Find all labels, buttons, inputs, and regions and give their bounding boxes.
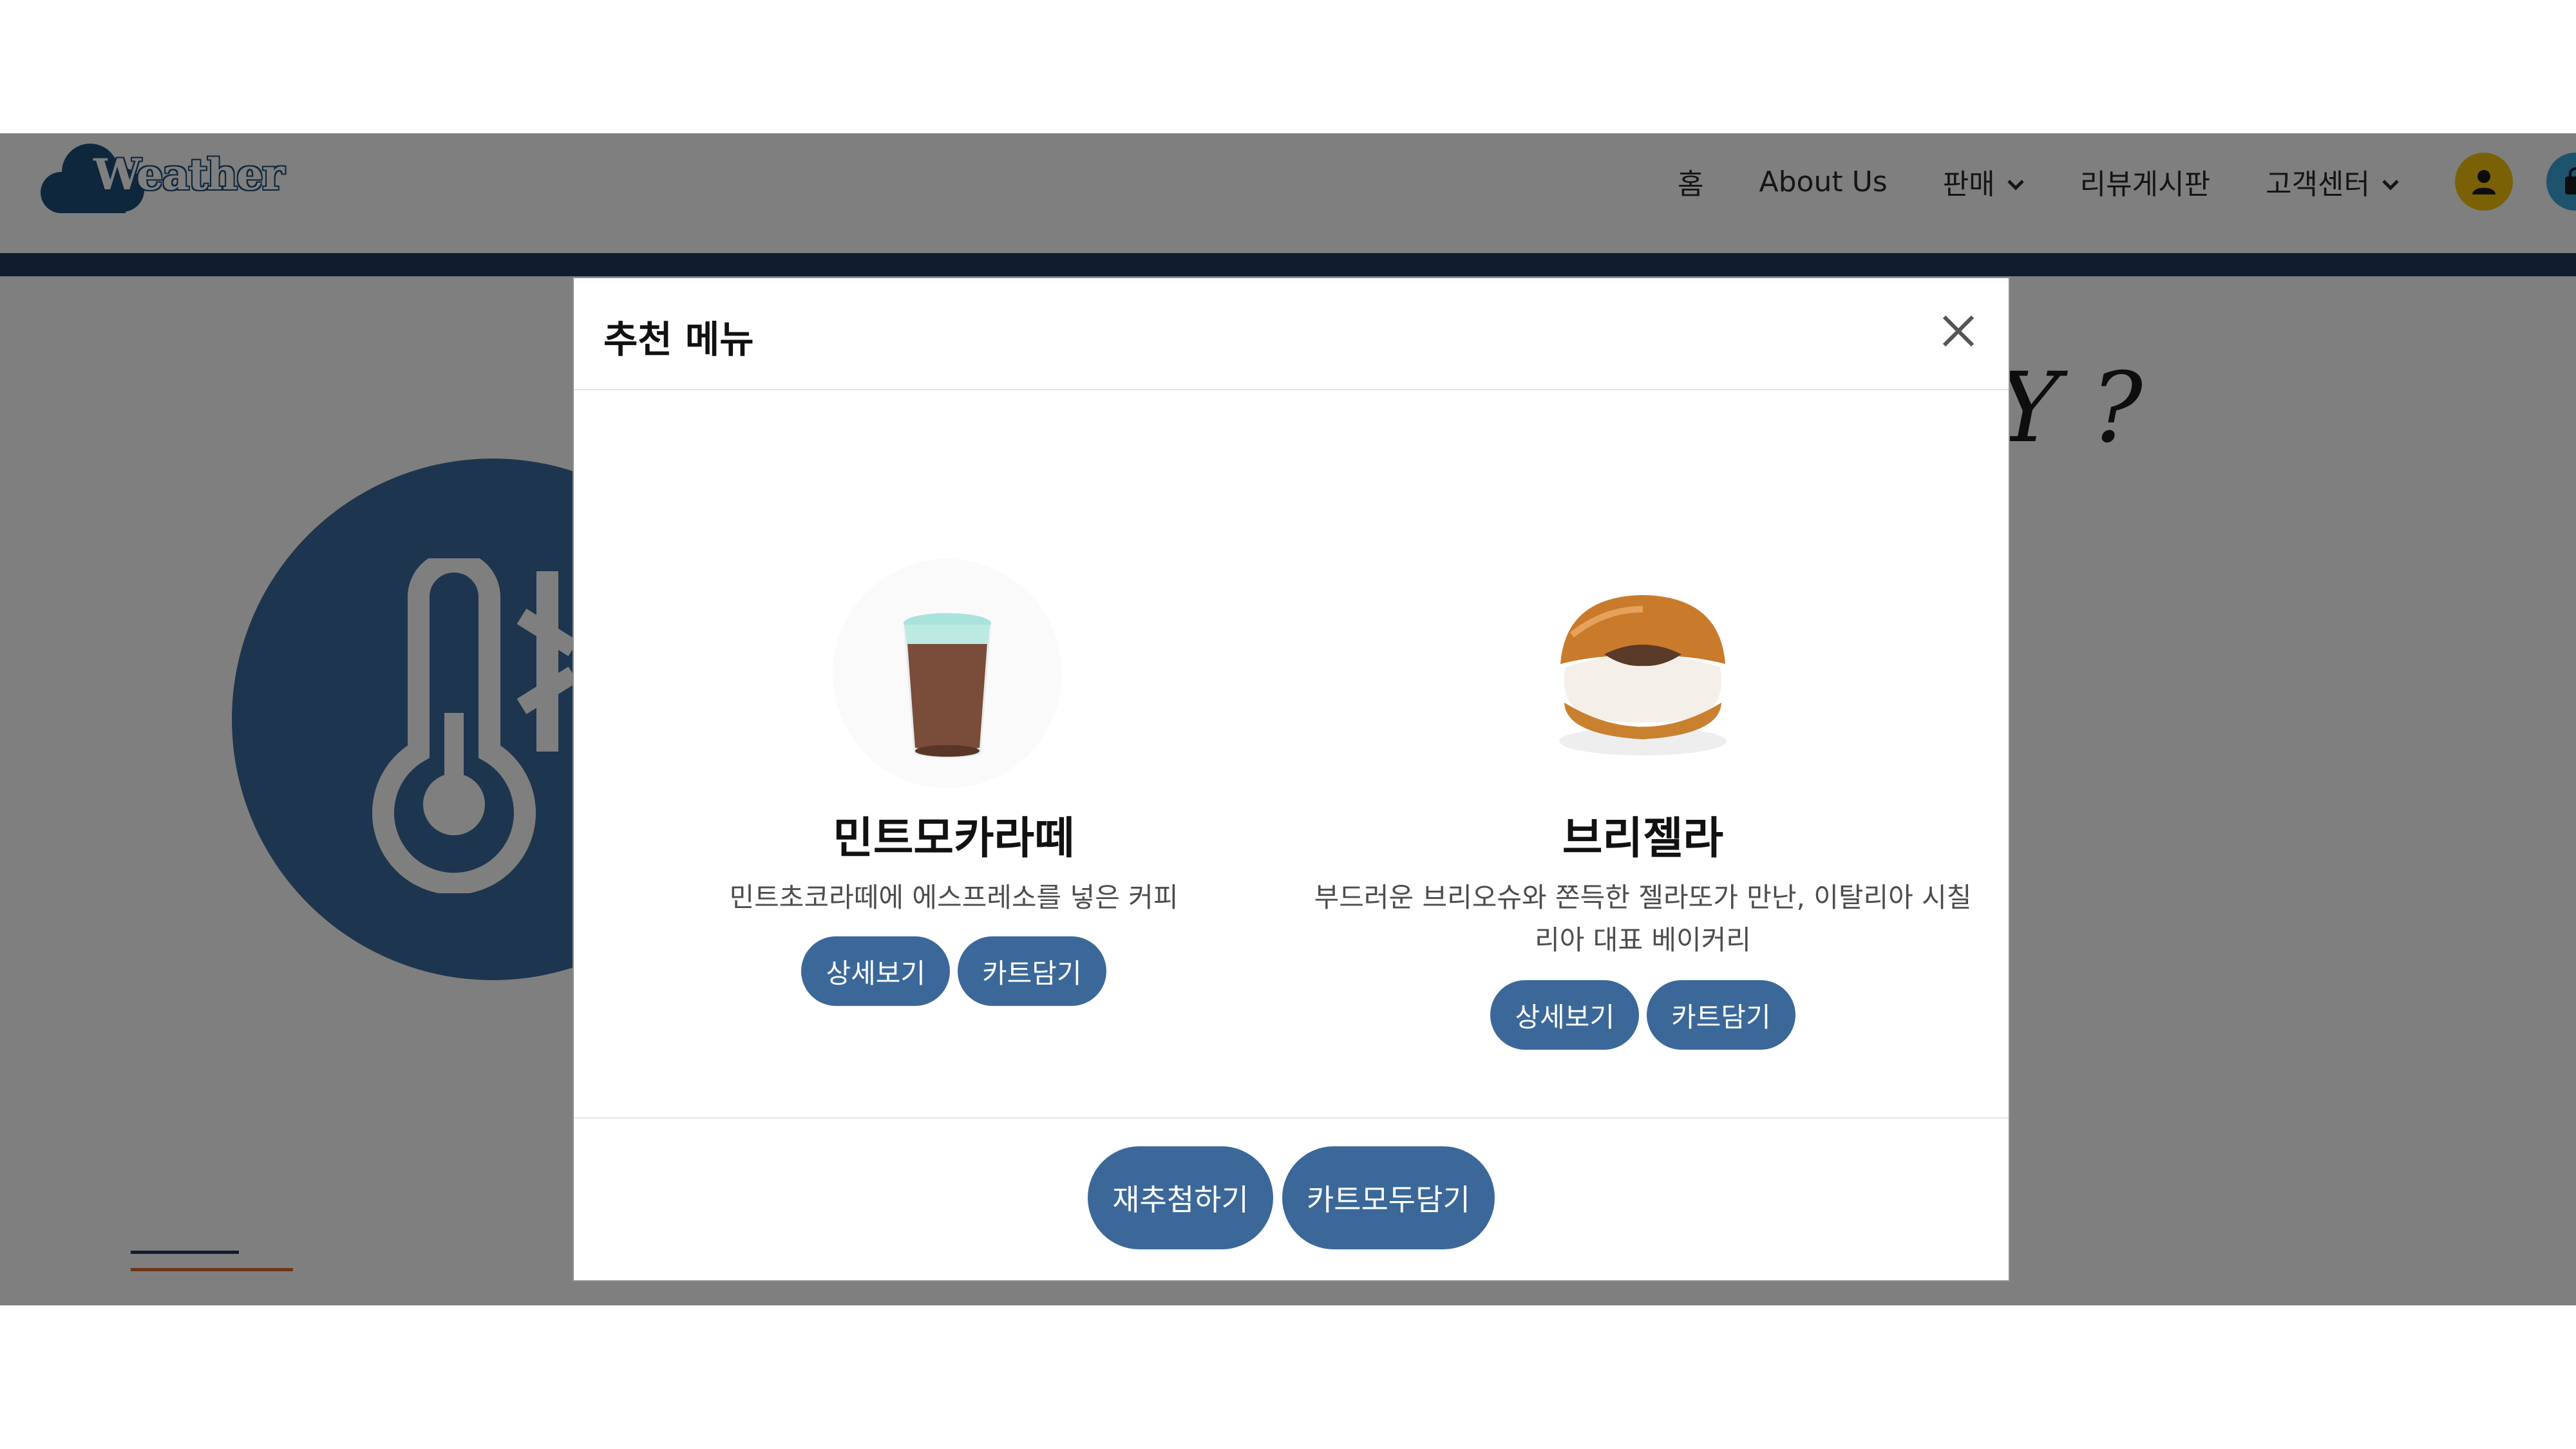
- redraw-button[interactable]: 재추첨하기: [1088, 1146, 1273, 1249]
- brioche-gelato-image: [1559, 595, 1727, 755]
- modal-header: 추천 메뉴: [574, 278, 2009, 390]
- modal-title: 추천 메뉴: [603, 317, 754, 361]
- add-to-cart-button[interactable]: 카트담기: [1647, 980, 1795, 1050]
- menu-item-name: 민트모카라떼: [833, 813, 1075, 864]
- modal-body: 민트모카라떼 민트초코라떼에 에스프레소를 넣은 커피 상세보기 카트담기 브리…: [574, 390, 2009, 1118]
- add-to-cart-button[interactable]: 카트담기: [958, 936, 1106, 1006]
- modal-footer: 재추첨하기 카트모두담기: [574, 1117, 2009, 1282]
- add-all-to-cart-button[interactable]: 카트모두담기: [1282, 1146, 1495, 1249]
- detail-button[interactable]: 상세보기: [801, 936, 950, 1006]
- detail-button[interactable]: 상세보기: [1490, 980, 1639, 1050]
- mint-mocha-latte-image: [833, 559, 1062, 788]
- menu-item-description: 부드러운 브리오슈와 쫀득한 젤라또가 만난, 이탈리아 시칠리아 대표 베이커…: [1298, 876, 1987, 961]
- recommendation-modal: 추천 메뉴 민트모카라떼 민트초코라떼에 에스프레소를 넣은 커피 상세보기 카…: [573, 277, 2010, 1282]
- menu-item-actions: 상세보기 카트담기: [609, 936, 1298, 1006]
- menu-item-actions: 상세보기 카트담기: [1298, 980, 1987, 1050]
- close-icon[interactable]: [1938, 310, 1979, 352]
- menu-item-description-text: 민트초코라떼에 에스프레소를 넣은 커피: [729, 882, 1179, 913]
- menu-item-description: 민트초코라떼에 에스프레소를 넣은 커피: [609, 876, 1298, 919]
- menu-item-name: 브리젤라: [1562, 813, 1724, 864]
- menu-item-description-text: 부드러운 브리오슈와 쫀득한 젤라또가 만난, 이탈리아 시칠리아 대표 베이커…: [1314, 882, 1972, 956]
- footer-actions: 재추첨하기 카트모두담기: [574, 1146, 2009, 1249]
- screen: Weather 홈 About Us 판매 리뷰게시판 고객센터: [0, 0, 2576, 1449]
